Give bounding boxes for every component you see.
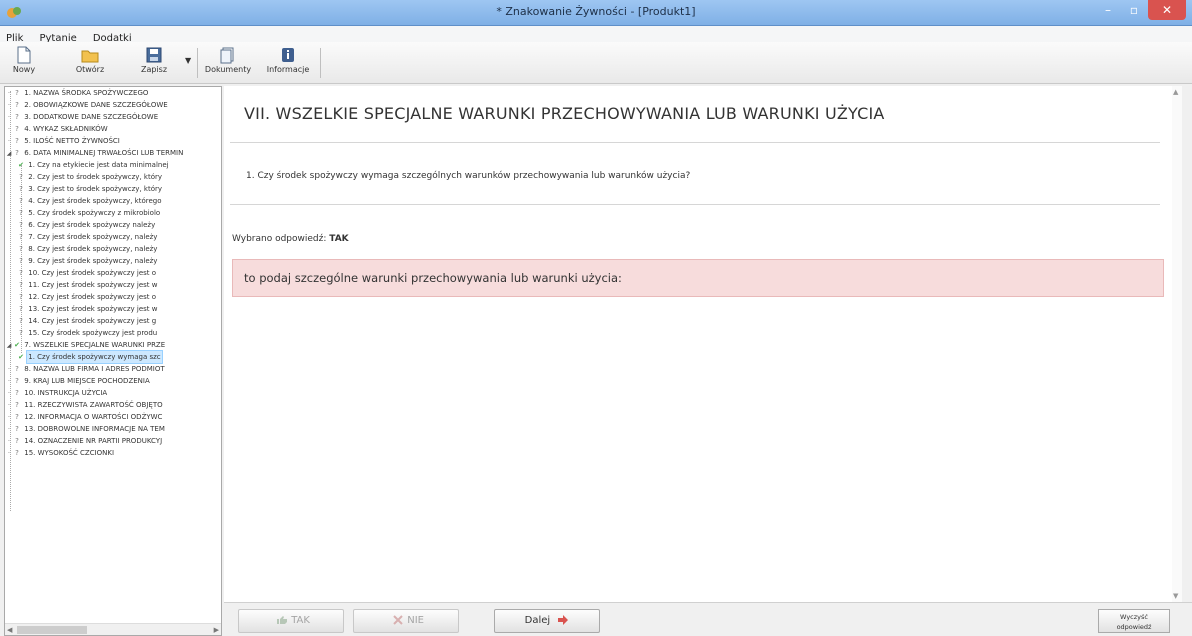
toolbar-separator — [320, 48, 321, 78]
scroll-left-icon[interactable]: ◀ — [7, 624, 12, 635]
tree-item[interactable]: ◢ ✔ 7. WSZELKIE SPECJALNE WARUNKI PRZE — [5, 339, 166, 351]
tree-item[interactable]: ? 2. Czy jest to środek spożywczy, który — [17, 171, 163, 183]
tree-item[interactable]: ? 11. Czy jest środek spożywczy jest w — [17, 279, 158, 291]
clear-answer-label-line2: odpowiedź — [1116, 623, 1152, 631]
no-button-label: NIE — [407, 615, 424, 626]
open-button[interactable]: Otwórz — [72, 44, 108, 82]
answer-prefix: Wybrano odpowiedź: — [232, 234, 327, 244]
divider — [230, 204, 1160, 205]
conditions-prompt-text: to podaj szczególne warunki przechowywan… — [244, 271, 622, 285]
window-title: * Znakowanie Żywności - [Produkt1] — [496, 5, 696, 18]
new-document-icon — [17, 46, 31, 64]
tree-item[interactable]: ? 14. Czy jest środek spożywczy jest g — [17, 315, 157, 327]
tree-item[interactable]: ? 3. Czy jest to środek spożywczy, który — [17, 183, 163, 195]
tree-item[interactable]: ·? 5. ILOŚĆ NETTO ŻYWNOŚCI — [5, 135, 121, 147]
selected-answer: Wybrano odpowiedź: TAK — [232, 234, 349, 244]
content-vertical-scrollbar[interactable]: ▲ ▼ — [1172, 86, 1182, 602]
close-button[interactable]: ✕ — [1148, 0, 1186, 20]
next-button-label: Dalej — [524, 615, 551, 626]
tree-item[interactable]: ·? 13. DOBROWOLNE INFORMACJE NA TEM — [5, 423, 166, 435]
next-button[interactable]: Dalej — [494, 609, 600, 633]
tree-item[interactable]: ·? 15. WYSOKOŚĆ CZCIONKI — [5, 447, 115, 459]
arrow-right-icon — [558, 615, 569, 625]
check-icon: ✔ — [14, 341, 20, 349]
clear-answer-button[interactable]: Wyczyść odpowiedź — [1098, 609, 1170, 633]
floppy-disk-icon — [146, 47, 162, 63]
documents-icon — [220, 47, 234, 64]
folder-icon — [81, 50, 99, 63]
question-content: VII. WSZELKIE SPECJALNE WARUNKI PRZECHOW… — [224, 86, 1182, 602]
menu-bar: Plik Pytanie Dodatki — [0, 26, 1192, 44]
tree-item[interactable]: ·? 2. OBOWIĄZKOWE DANE SZCZEGÓŁOWE — [5, 99, 169, 111]
tree-item[interactable]: ? 7. Czy jest środek spożywczy, należy — [17, 231, 158, 243]
expanded-arrow-icon: ◢ — [6, 150, 12, 157]
new-button-label: Nowy — [12, 65, 36, 74]
check-icon: ✔ — [18, 161, 24, 169]
tree-item[interactable]: ✔ 1. Czy na etykiecie jest data minimaln… — [17, 159, 170, 171]
bottom-bar: TAK NIE Dalej Wyczyść odpowiedź — [224, 602, 1192, 636]
tree-horizontal-scrollbar[interactable]: ◀ ▶ — [5, 623, 221, 635]
tree-item[interactable]: ·? 3. DODATKOWE DANE SZCZEGÓŁOWE — [5, 111, 159, 123]
tree-item[interactable]: ·? 12. INFORMACJA O WARTOŚCI ODŻYWC — [5, 411, 163, 423]
tree-item[interactable]: ? 12. Czy jest środek spożywczy jest o — [17, 291, 157, 303]
yes-button[interactable]: TAK — [238, 609, 344, 633]
yes-button-label: TAK — [291, 615, 310, 626]
scrollbar-thumb[interactable] — [17, 626, 87, 634]
minimize-button[interactable]: – — [1094, 0, 1122, 20]
tree-item[interactable]: ? 13. Czy jest środek spożywczy jest w — [17, 303, 158, 315]
thumbs-up-icon — [277, 616, 288, 624]
scroll-right-icon[interactable]: ▶ — [214, 624, 219, 635]
tree-item[interactable]: ·? 8. NAZWA LUB FIRMA I ADRES PODMIOT — [5, 363, 166, 375]
question-text: 1. Czy środek spożywczy wymaga szczególn… — [246, 171, 691, 181]
check-icon: ✔ — [18, 353, 24, 361]
new-button[interactable]: Nowy — [6, 44, 42, 82]
info-icon — [282, 48, 294, 62]
section-title: VII. WSZELKIE SPECJALNE WARUNKI PRZECHOW… — [244, 104, 885, 123]
tree-item[interactable]: ·? 1. NAZWA ŚRODKA SPOŻYWCZEGO — [5, 87, 149, 99]
no-button[interactable]: NIE — [353, 609, 459, 633]
maximize-button[interactable]: ▫ — [1120, 0, 1148, 20]
tree-item[interactable]: ·? 9. KRAJ LUB MIEJSCE POCHODZENIA — [5, 375, 151, 387]
tree-item-selected[interactable]: ✔ 1. Czy środek spożywczy wymaga szc — [17, 350, 163, 364]
tree-item[interactable]: ? 6. Czy jest środek spożywczy należy — [17, 219, 156, 231]
save-button-label: Zapisz — [140, 65, 168, 74]
conditions-prompt-box[interactable]: to podaj szczególne warunki przechowywan… — [232, 259, 1164, 297]
toolbar-separator — [197, 48, 198, 78]
scroll-down-icon[interactable]: ▼ — [1173, 592, 1178, 600]
clear-answer-label-line1: Wyczyść — [1120, 613, 1148, 621]
tree-item[interactable]: ? 5. Czy środek spożywczy z mikrobiolo — [17, 207, 161, 219]
tree-item[interactable]: ◢? 6. DATA MINIMALNEJ TRWAŁOŚCI LUB TERM… — [5, 147, 184, 159]
open-button-label: Otwórz — [75, 65, 105, 74]
save-dropdown-chevron-icon[interactable]: ▼ — [185, 56, 191, 65]
tree-item[interactable]: ·? 11. RZECZYWISTA ZAWARTOŚĆ OBJĘTO — [5, 399, 164, 411]
tree-item[interactable]: ? 8. Czy jest środek spożywczy, należy — [17, 243, 158, 255]
cross-icon — [393, 615, 403, 625]
tree-item[interactable]: ·? 14. OZNACZENIE NR PARTII PRODUKCYJ — [5, 435, 163, 447]
expanded-arrow-icon: ◢ — [6, 342, 12, 349]
tree-item[interactable]: ? 4. Czy jest środek spożywczy, którego — [17, 195, 163, 207]
scroll-up-icon[interactable]: ▲ — [1173, 88, 1178, 96]
divider — [230, 142, 1160, 143]
documents-button[interactable]: Dokumenty — [202, 44, 254, 82]
info-button-label: Informacje — [266, 65, 310, 74]
tree-item[interactable]: ·? 4. WYKAZ SKŁADNIKÓW — [5, 123, 109, 135]
save-button[interactable]: Zapisz — [136, 44, 172, 82]
app-window: * Znakowanie Żywności - [Produkt1] – ▫ ✕… — [0, 0, 1192, 636]
tree-item[interactable]: ·? 10. INSTRUKCJA UŻYCIA — [5, 387, 108, 399]
answer-value: TAK — [329, 234, 349, 244]
documents-button-label: Dokumenty — [204, 65, 252, 74]
toolbar: Nowy Otwórz Zapisz ▼ Dokumenty Informacj… — [0, 42, 1192, 84]
question-tree: ·? 1. NAZWA ŚRODKA SPOŻYWCZEGO ·? 2. OBO… — [4, 86, 222, 636]
title-bar: * Znakowanie Żywności - [Produkt1] – ▫ ✕ — [0, 0, 1192, 26]
tree-item[interactable]: ? 9. Czy jest środek spożywczy, należy — [17, 255, 158, 267]
tree-item[interactable]: ? 15. Czy środek spożywczy jest produ — [17, 327, 158, 339]
info-button[interactable]: Informacje — [262, 44, 314, 82]
tree-item[interactable]: ? 10. Czy jest środek spożywczy jest o — [17, 267, 157, 279]
